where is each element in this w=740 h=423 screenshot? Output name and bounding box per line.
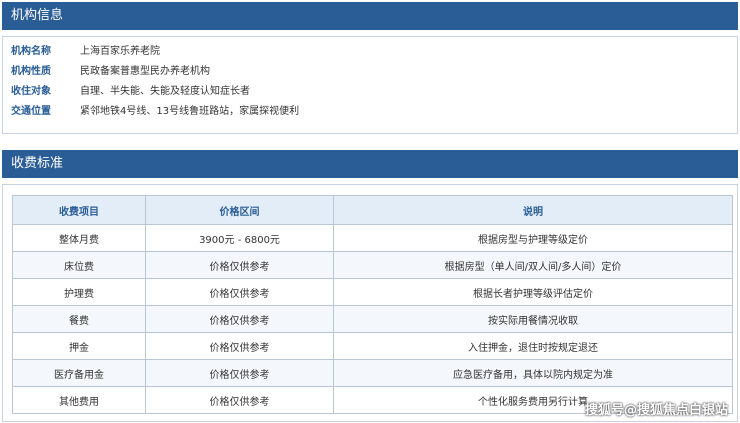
table-cell: 3900元 - 6800元 [145,224,334,252]
table-cell: 价格仅供参考 [145,386,334,414]
table-cell: 床位费 [12,251,146,279]
info-value: 自理、半失能、失能及轻度认知症长者 [80,86,250,97]
table-cell: 护理费 [12,278,146,306]
table-cell: 价格仅供参考 [145,251,334,279]
info-value: 紧邻地铁4号线、13号线鲁班路站，家属探视便利 [80,106,300,117]
institution-info-header: 机构信息 [2,2,738,30]
table-cell: 其他费用 [12,386,146,414]
table-cell: 应急医疗备用，具体以院内规定为准 [333,359,733,387]
fee-table-header-row: 收费项目 价格区间 说明 [12,195,733,225]
info-row-nature: 机构性质 民政备案普惠型民办养老机构 [11,64,210,80]
fee-standard-title: 收费标准 [11,156,64,171]
info-value: 民政备案普惠型民办养老机构 [80,66,210,77]
table-cell: 根据长者护理等级评估定价 [333,278,733,306]
table-cell: 根据房型与护理等级定价 [333,224,733,252]
fee-table-panel: 收费项目 价格区间 说明 整体月费 3900元 - 6800元 根据房型与护理等… [2,184,738,422]
column-header-price: 价格区间 [145,195,334,225]
table-cell: 根据房型（单人间/双人间/多人间）定价 [333,251,733,279]
table-row: 押金 价格仅供参考 入住押金，退住时按规定退还 [12,332,733,360]
table-cell: 餐费 [12,305,146,333]
table-cell: 按实际用餐情况收取 [333,305,733,333]
info-row-target: 收住对象 自理、半失能、失能及轻度认知症长者 [11,84,250,100]
table-row: 餐费 价格仅供参考 按实际用餐情况收取 [12,305,733,333]
table-cell: 价格仅供参考 [145,332,334,360]
info-row-name: 机构名称 上海百家乐养老院 [11,44,160,60]
table-row: 整体月费 3900元 - 6800元 根据房型与护理等级定价 [12,224,733,252]
fee-standard-header: 收费标准 [2,150,738,178]
info-label: 交通位置 [11,106,51,117]
table-cell: 整体月费 [12,224,146,252]
table-row: 床位费 价格仅供参考 根据房型（单人间/双人间/多人间）定价 [12,251,733,279]
table-cell: 价格仅供参考 [145,359,334,387]
column-header-item: 收费项目 [12,195,146,225]
table-row: 护理费 价格仅供参考 根据长者护理等级评估定价 [12,278,733,306]
table-cell: 医疗备用金 [12,359,146,387]
info-label: 机构性质 [11,66,51,77]
institution-info-title: 机构信息 [11,8,64,23]
table-cell: 价格仅供参考 [145,278,334,306]
fee-table: 收费项目 价格区间 说明 整体月费 3900元 - 6800元 根据房型与护理等… [12,195,733,414]
info-row-location: 交通位置 紧邻地铁4号线、13号线鲁班路站，家属探视便利 [11,104,299,120]
info-label: 机构名称 [11,46,51,57]
info-value: 上海百家乐养老院 [80,46,160,57]
table-cell: 押金 [12,332,146,360]
table-cell: 入住押金，退住时按规定退还 [333,332,733,360]
info-label: 收住对象 [11,86,51,97]
table-row: 医疗备用金 价格仅供参考 应急医疗备用，具体以院内规定为准 [12,359,733,387]
column-header-note: 说明 [333,195,733,225]
table-cell: 价格仅供参考 [145,305,334,333]
source-watermark: 搜狐号@搜狐焦点白银站 [584,403,728,418]
institution-info-panel: 机构名称 上海百家乐养老院 机构性质 民政备案普惠型民办养老机构 收住对象 自理、半失… [2,36,738,134]
